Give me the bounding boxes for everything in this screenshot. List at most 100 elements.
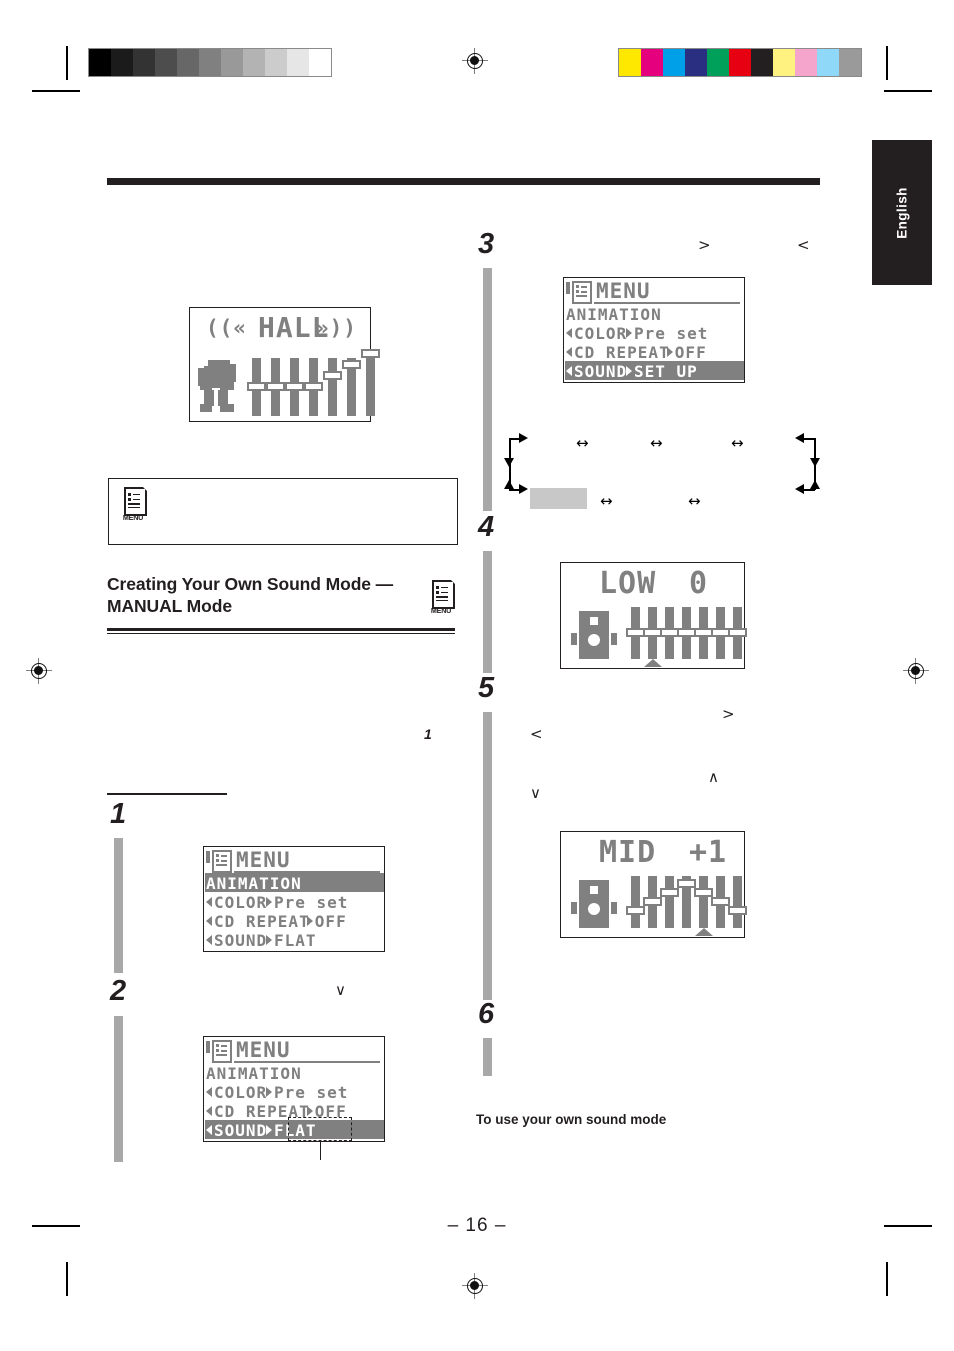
lcd-speaker-wave-right [611, 633, 617, 645]
footnote-marker-one: 1 [424, 726, 432, 742]
step-2-bar [114, 1016, 123, 1162]
lcd-row-value-1: Pre set [634, 324, 709, 343]
header-rule [107, 178, 820, 185]
step-5-number: 5 [478, 672, 495, 704]
color-calibration-bar [618, 48, 862, 77]
lcd-row-left-arrow-3 [566, 366, 572, 376]
step-4-number: 4 [478, 511, 495, 543]
lcd-eq-slider-knob-2 [660, 888, 679, 897]
hall-sound-mode-display: ((« HALL»)) [189, 307, 380, 422]
language-tab: English [872, 140, 932, 285]
equalizer-mid-band-display: MID +1 [560, 831, 747, 938]
lcd-row-value-1: Pre set [274, 893, 349, 912]
lcd-row-left-arrow-1 [566, 328, 572, 338]
cycle-arrowhead-left-up [504, 480, 514, 489]
flat-value-callout-line [320, 1140, 322, 1160]
cycle-arrowhead-top-left [519, 433, 528, 443]
color-swatch-4 [707, 49, 729, 76]
lcd-eq-band-label: MID [599, 835, 657, 870]
menu-screen-animation-selected: MENU ANIMATION COLOR Pre set CD REPEAT OFF SOU… [203, 846, 385, 952]
note-box [108, 478, 458, 545]
lcd-row-label-2: CD REPEAT [214, 912, 310, 931]
cycle-top-arrow-1: ↔ [576, 434, 589, 452]
color-swatch-2 [663, 49, 685, 76]
lcd-speaker-tweeter [588, 615, 600, 627]
step-3-bar [483, 268, 492, 511]
section-heading-line2: MANUAL Mode [107, 596, 232, 617]
lcd-row-right-arrow-3 [266, 1125, 272, 1135]
lcd-left-marker [206, 1041, 210, 1053]
lcd-speaker-wave-right [611, 902, 617, 914]
lcd-eq-slider-track-4 [699, 876, 708, 928]
step-1-number: 1 [110, 798, 127, 830]
grayscale-swatch-9 [287, 49, 309, 76]
cycle-bottom-arrow-2: ↔ [688, 492, 701, 510]
lcd-row-label-3: SOUND [214, 1121, 268, 1140]
crop-mark-top-left [32, 90, 80, 92]
color-swatch-7 [773, 49, 795, 76]
lcd-row-left-arrow-2 [206, 1106, 212, 1116]
registration-mark-top [462, 48, 488, 74]
color-swatch-6 [751, 49, 773, 76]
lcd-eq-slider-knob-3 [677, 879, 696, 888]
note-box-menu-icon: MENU [120, 485, 148, 525]
lcd-speaker-wave-left [571, 633, 577, 645]
grayscale-swatch-10 [309, 49, 331, 76]
lcd-elephant-part-5 [220, 382, 234, 390]
lcd-row-label-1: COLOR [214, 1083, 268, 1102]
step-5-right-glyph: > [722, 705, 735, 723]
lcd-elephant-part-4 [212, 382, 220, 388]
grayscale-swatch-6 [221, 49, 243, 76]
crop-mark-top-left-vertical [66, 46, 68, 80]
lcd-eq-slider-knob-4 [694, 888, 713, 897]
lcd-left-wave: ((« [206, 316, 247, 340]
lcd-title-underline [234, 1061, 380, 1063]
grayscale-swatch-1 [111, 49, 133, 76]
lcd-elephant-part-8 [200, 404, 212, 412]
lcd-elephant-part-9 [220, 404, 234, 412]
step-5-down-glyph: ∨ [530, 784, 541, 802]
color-swatch-0 [619, 49, 641, 76]
lcd-eq-band-marker [695, 928, 713, 936]
lcd-title: MENU [236, 1038, 291, 1062]
crop-mark-bottom-left-vertical [66, 1262, 68, 1296]
lcd-row-label-3: SOUND [574, 362, 628, 381]
lcd-left-marker [206, 851, 210, 863]
registration-mark-left [26, 658, 52, 684]
lcd-right-wave: »)) [316, 316, 357, 340]
lcd-row-label-0: ANIMATION [206, 874, 302, 893]
lcd-row-label-3: SOUND [214, 931, 268, 950]
lcd-eq-slider-knob-5 [711, 897, 730, 906]
lcd-row-label-1: COLOR [574, 324, 628, 343]
cycle-arrowhead-bottom-left [519, 484, 528, 494]
lcd-eq-slider-knob-0 [626, 906, 645, 915]
language-tab-label: English [894, 186, 910, 239]
color-swatch-3 [685, 49, 707, 76]
step-4-bar [483, 551, 492, 673]
flat-value-callout-box [288, 1117, 352, 1141]
step-6-number: 6 [478, 998, 495, 1030]
lcd-title: MENU [596, 279, 651, 303]
lcd-row-right-arrow-2 [306, 916, 313, 926]
lcd-row-left-arrow-3 [206, 1125, 212, 1135]
cycle-right-elbow-bottom-horizontal [803, 489, 815, 491]
lcd-speaker-woofer [585, 631, 603, 649]
cycle-arrowhead-right-up [810, 480, 820, 489]
lcd-eq-slider-knob-6 [728, 906, 747, 915]
lcd-eq-band-marker [644, 659, 662, 667]
grayscale-swatch-3 [155, 49, 177, 76]
use-own-sound-mode-subheading: To use your own sound mode [476, 1112, 667, 1127]
lcd-eq-slider-knob-4 [323, 371, 342, 380]
lcd-left-marker [566, 282, 570, 294]
grayscale-calibration-bar [88, 48, 332, 77]
section-heading-menu-icon-label: MENU [430, 606, 452, 615]
section-heading-line1: Creating Your Own Sound Mode — [107, 574, 394, 594]
cycle-arrowhead-top-right [795, 433, 804, 443]
step-5-up-glyph: ∧ [708, 768, 719, 786]
lcd-speaker-wave-left [571, 902, 577, 914]
cycle-arrowhead-bottom-right [795, 484, 804, 494]
step-1-bar [114, 838, 123, 973]
lcd-title: MENU [236, 848, 291, 872]
lcd-title-underline [594, 302, 740, 304]
note-box-menu-icon-label: MENU [122, 513, 144, 522]
